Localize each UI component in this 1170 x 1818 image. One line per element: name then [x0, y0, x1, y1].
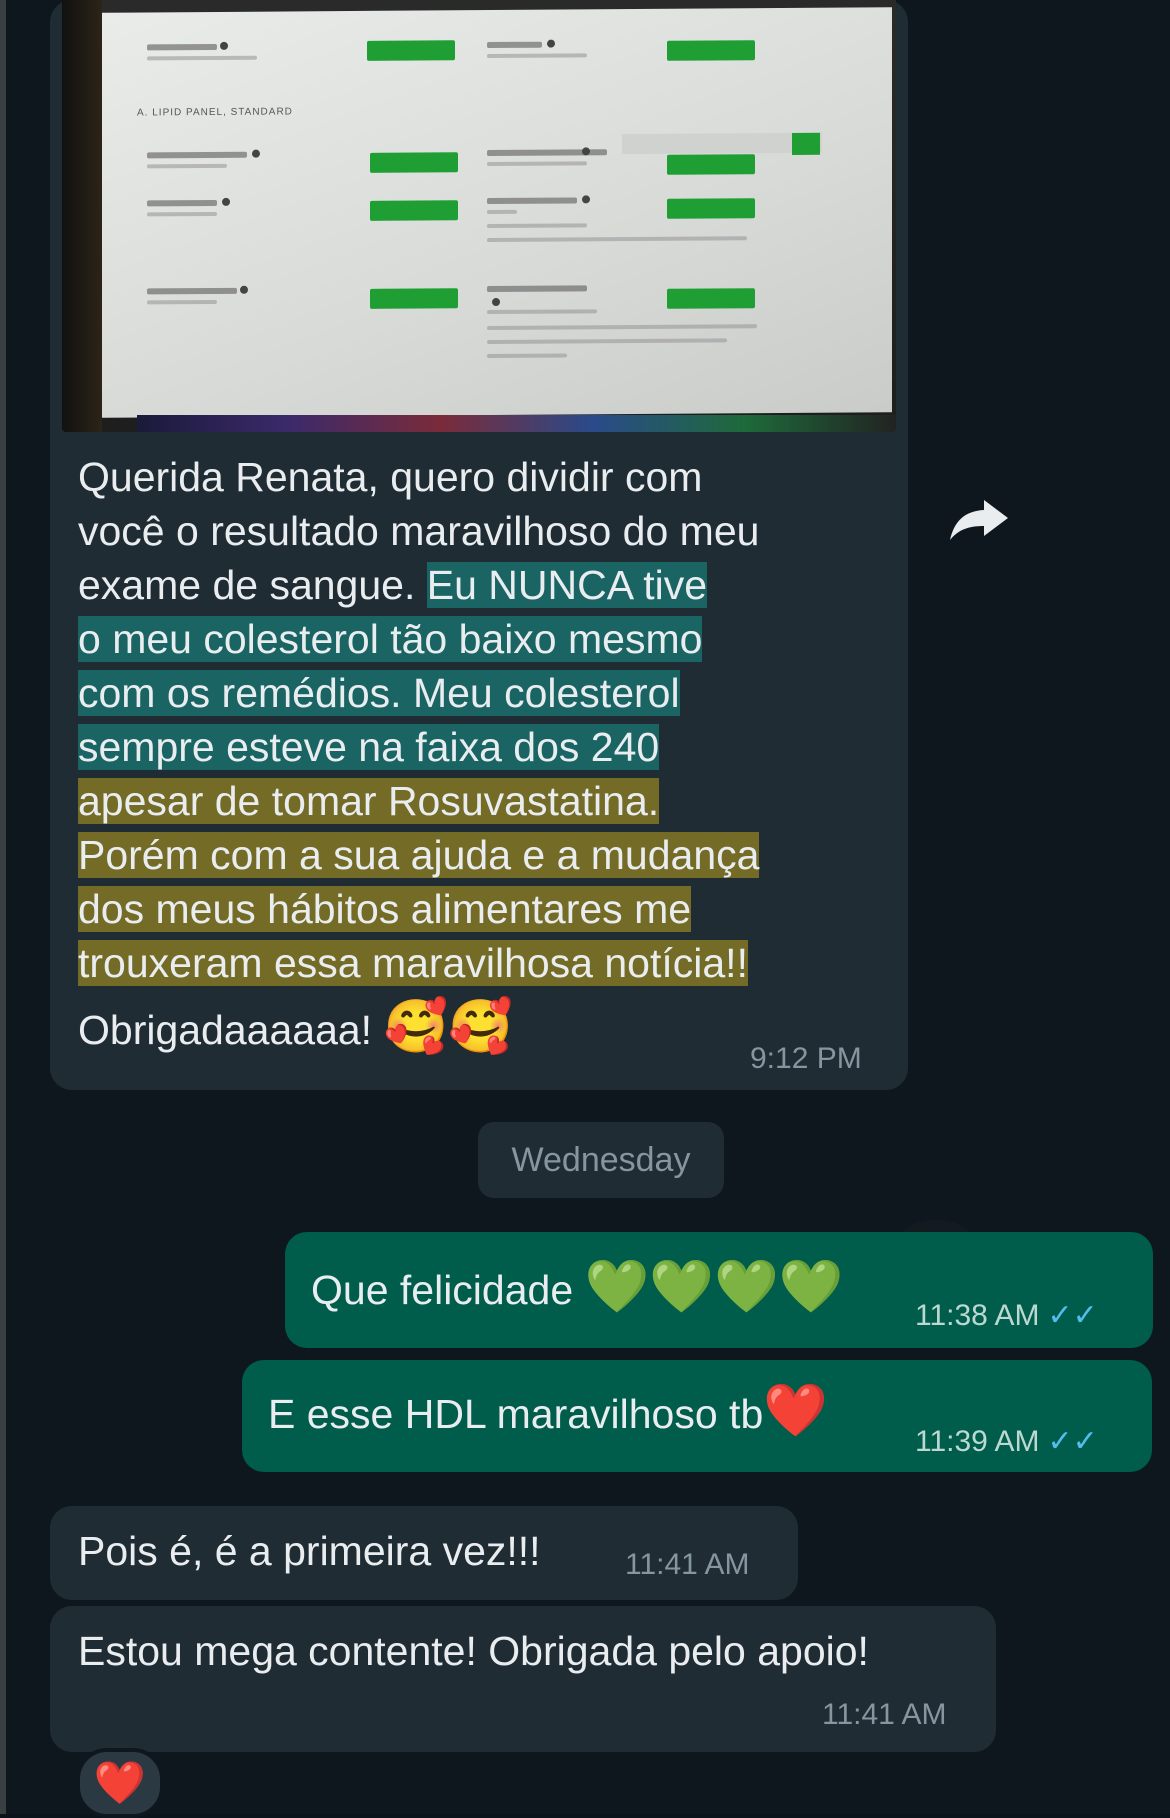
message-line: Querida Renata, quero dividir com: [78, 454, 703, 500]
message-text: E esse HDL maravilhoso tb❤️: [268, 1382, 828, 1440]
message-line: apesar de tomar Rosuvastatina.: [78, 774, 660, 828]
message-time: 11:38 AM ✓✓: [915, 1299, 1098, 1332]
highlight-yellow: Porém com a sua ajuda e a mudança: [78, 832, 760, 878]
message-line: exame de sangue. Eu NUNCA tive: [78, 562, 708, 608]
red-heart-emoji: ❤️: [763, 1382, 828, 1440]
os-dock: [137, 415, 896, 432]
incoming-message[interactable]: Estou mega contente! Obrigada pelo apoio…: [50, 1606, 996, 1752]
message-text: Estou mega contente! Obrigada pelo apoio…: [78, 1628, 869, 1674]
window-edge: [0, 0, 6, 1814]
outgoing-message[interactable]: Que felicidade 💚💚💚💚 11:38 AM ✓✓: [285, 1232, 1153, 1348]
monitor-bezel: [62, 0, 102, 432]
highlight-yellow: dos meus hábitos alimentares me: [78, 886, 692, 932]
day-separator: Wednesday: [478, 1122, 724, 1198]
lab-results-photo[interactable]: A. LIPID PANEL, STANDARD: [62, 0, 896, 432]
message-line: trouxeram essa maravilhosa notícia!!: [78, 936, 748, 990]
message-line: com os remédios. Meu colesterol: [78, 666, 680, 720]
message-line: Porém com a sua ajuda e a mudança: [78, 828, 760, 882]
message-time: 9:12 PM: [750, 1042, 862, 1075]
message-text: Pois é, é a primeira vez!!!: [78, 1528, 541, 1574]
incoming-message[interactable]: Pois é, é a primeira vez!!! 11:41 AM: [50, 1506, 798, 1600]
message-time: 11:41 AM: [625, 1548, 750, 1581]
double-check-icon: ✓✓: [1047, 1425, 1098, 1458]
smiling-hearts-emoji: 🥰🥰: [383, 998, 513, 1056]
message-line: dos meus hábitos alimentares me: [78, 882, 692, 936]
message-line: você o resultado maravilhoso do meu: [78, 508, 760, 554]
highlight-blue: com os remédios. Meu colesterol: [78, 670, 680, 716]
highlight-yellow: trouxeram essa maravilhosa notícia!!: [78, 940, 748, 986]
highlight-yellow: apesar de tomar Rosuvastatina.: [78, 778, 660, 824]
photo-message-bubble[interactable]: A. LIPID PANEL, STANDARD Querida Renata,…: [50, 0, 908, 1090]
panel-title: A. LIPID PANEL, STANDARD: [137, 106, 293, 119]
message-time: 11:39 AM ✓✓: [915, 1425, 1098, 1458]
double-check-icon: ✓✓: [1047, 1299, 1098, 1332]
message-line: Obrigadaaaaaa! 🥰🥰: [78, 998, 513, 1056]
heart-reaction[interactable]: ❤️: [76, 1748, 164, 1818]
highlight-blue: o meu colesterol tão baixo mesmo: [78, 616, 703, 662]
message-time: 11:41 AM: [822, 1698, 947, 1731]
message-text: Que felicidade 💚💚💚💚: [311, 1258, 844, 1316]
highlight-blue: Eu NUNCA tive: [426, 562, 708, 608]
outgoing-message[interactable]: E esse HDL maravilhoso tb❤️ 11:39 AM ✓✓: [242, 1360, 1152, 1472]
green-heart-emoji: 💚💚💚💚: [584, 1258, 844, 1316]
forward-arrow-icon[interactable]: [948, 498, 1010, 542]
message-line: sempre esteve na faixa dos 240: [78, 720, 660, 774]
lab-results-screen: A. LIPID PANEL, STANDARD: [102, 7, 892, 418]
message-line: o meu colesterol tão baixo mesmo: [78, 612, 703, 666]
highlight-blue: sempre esteve na faixa dos 240: [78, 724, 660, 770]
